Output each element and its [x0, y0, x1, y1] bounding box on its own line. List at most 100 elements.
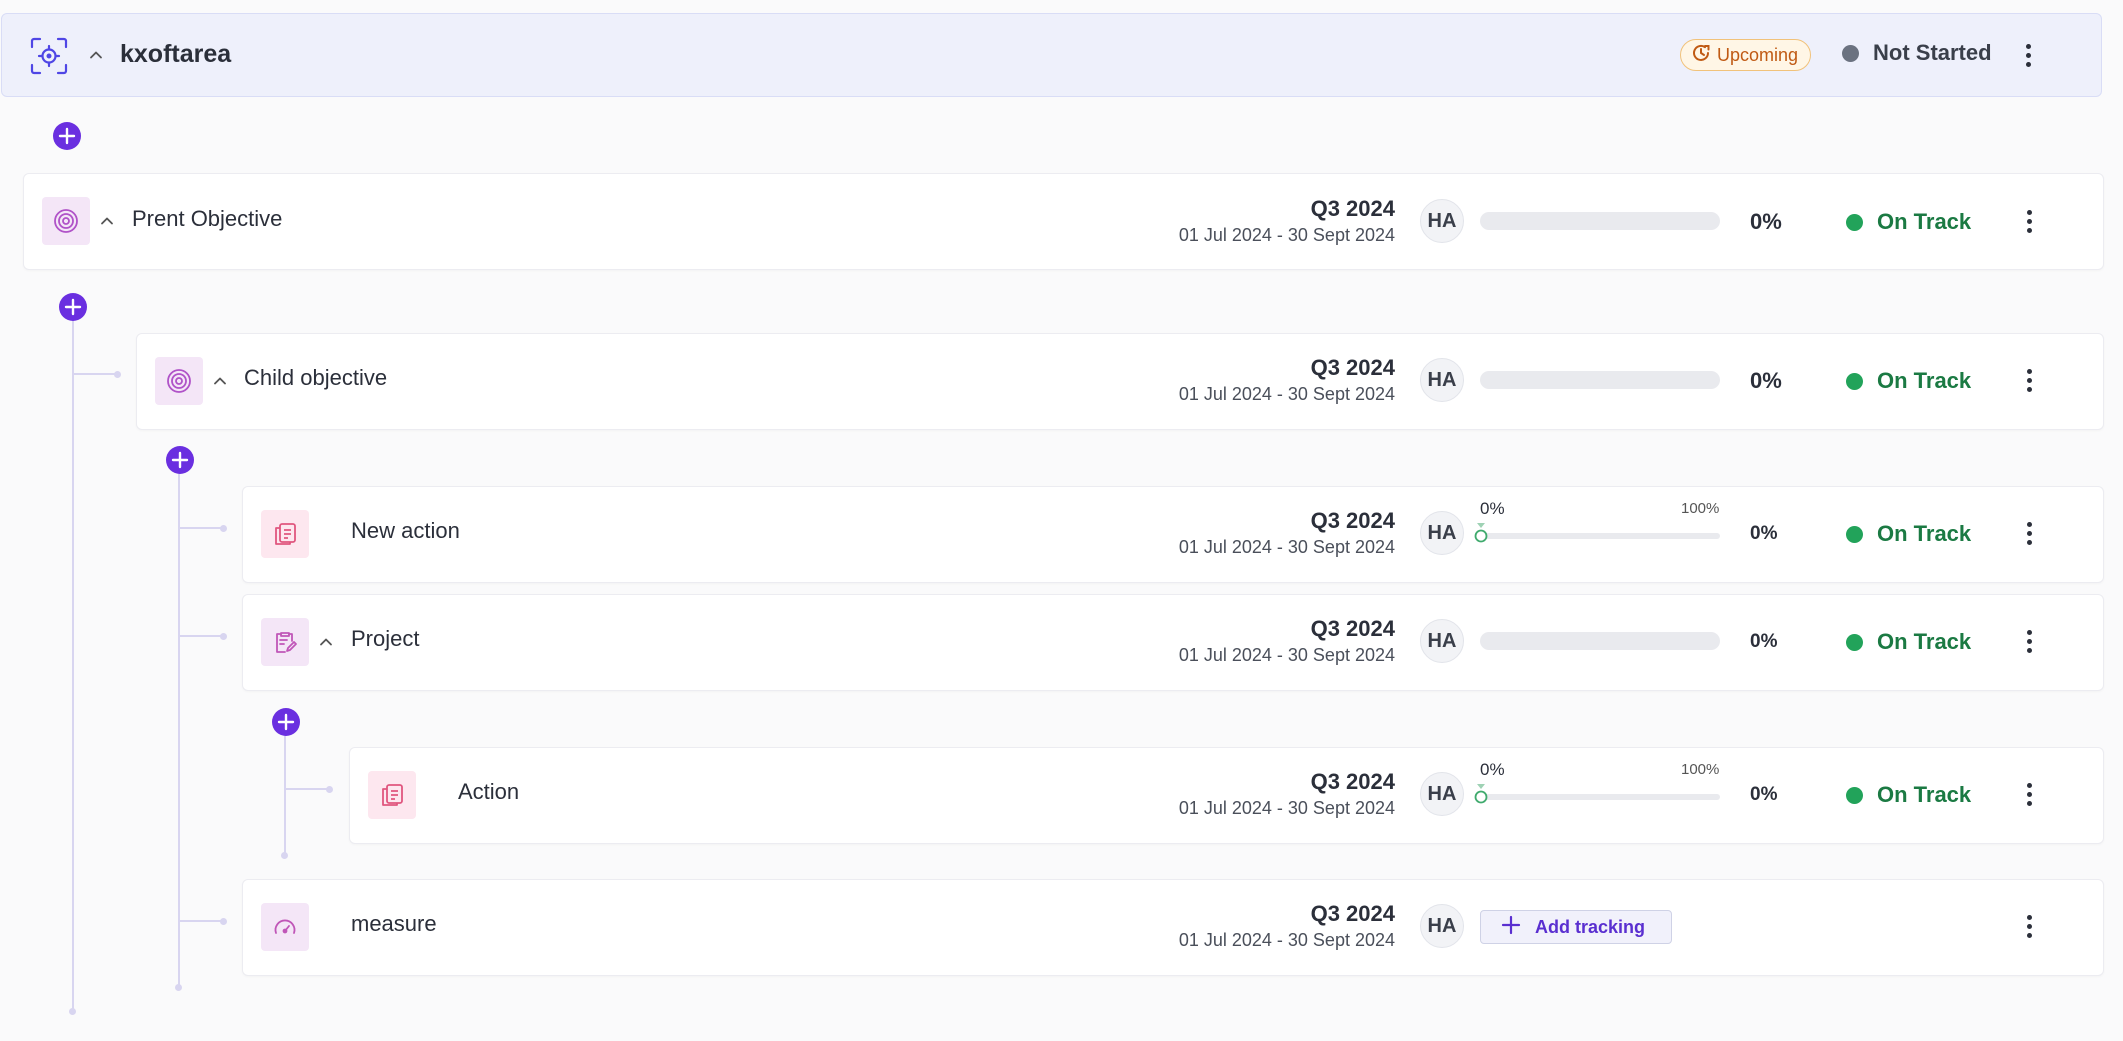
- tree-connector: [73, 373, 117, 375]
- upcoming-badge: Upcoming: [1680, 39, 1812, 71]
- progress-slider[interactable]: [1480, 533, 1720, 539]
- row-date-range: 01 Jul 2024 - 30 Sept 2024: [1178, 384, 1395, 404]
- add-tracking-button[interactable]: Add tracking: [1480, 910, 1673, 944]
- objective-row[interactable]: [136, 333, 2104, 430]
- collapse-chevron-icon[interactable]: [88, 47, 104, 68]
- avatar[interactable]: HA: [1420, 511, 1464, 555]
- status-badge[interactable]: On Track: [1846, 209, 1971, 235]
- tree-connector: [179, 920, 223, 922]
- tree-connector: [284, 735, 286, 855]
- row-title[interactable]: Action: [458, 779, 519, 805]
- status-label: On Track: [1877, 368, 1972, 393]
- tree-connector-node: [114, 371, 121, 378]
- row-date-range: 01 Jul 2024 - 30 Sept 2024: [1178, 645, 1395, 665]
- tree-connector: [178, 473, 180, 987]
- row-date-range: 01 Jul 2024 - 30 Sept 2024: [1178, 537, 1395, 557]
- slider-handle[interactable]: [1472, 522, 1490, 553]
- row-more-menu-icon[interactable]: [2017, 779, 2041, 809]
- status-badge[interactable]: On Track: [1846, 521, 1971, 547]
- tree-connector-end: [175, 984, 182, 991]
- tree-connector: [179, 635, 223, 637]
- status-dot: [1846, 786, 1863, 804]
- progress-percent: 0%: [1750, 784, 1778, 805]
- avatar[interactable]: HA: [1420, 904, 1464, 948]
- project-row[interactable]: [242, 594, 2104, 691]
- status-label: On Track: [1877, 209, 1972, 234]
- status-badge[interactable]: On Track: [1846, 629, 1971, 655]
- focus-area-more-menu-icon[interactable]: [2016, 40, 2040, 70]
- row-period: Q3 2024: [1310, 508, 1395, 533]
- gauge-icon: [261, 903, 309, 951]
- objective-row[interactable]: [23, 173, 2104, 270]
- avatar[interactable]: HA: [1420, 619, 1464, 663]
- tree-connector: [72, 308, 74, 1012]
- row-title[interactable]: Prent Objective: [132, 206, 282, 232]
- progress-percent: 0%: [1750, 209, 1782, 234]
- row-more-menu-icon[interactable]: [2017, 518, 2041, 548]
- action-icon: [368, 771, 416, 819]
- status-dot: [1846, 372, 1863, 390]
- row-date-range: 01 Jul 2024 - 30 Sept 2024: [1178, 798, 1395, 818]
- action-icon: [261, 510, 309, 558]
- row-date-range: 01 Jul 2024 - 30 Sept 2024: [1178, 930, 1395, 950]
- row-period: Q3 2024: [1310, 901, 1395, 926]
- focus-area-title[interactable]: kxoftarea: [120, 40, 231, 69]
- row-date-range: 01 Jul 2024 - 30 Sept 2024: [1178, 225, 1395, 245]
- row-title[interactable]: Child objective: [244, 365, 387, 391]
- progress-slider[interactable]: [1480, 794, 1720, 800]
- collapse-chevron-icon[interactable]: [318, 634, 334, 655]
- status-dot: [1842, 44, 1859, 62]
- focus-area-status[interactable]: Not Started: [1842, 40, 1992, 66]
- focus-area-icon: [30, 37, 68, 75]
- row-title[interactable]: New action: [351, 518, 460, 544]
- collapse-chevron-icon[interactable]: [212, 373, 228, 394]
- action-row[interactable]: [349, 747, 2104, 844]
- status-dot: [1846, 213, 1863, 231]
- target-icon: [155, 357, 203, 405]
- row-more-menu-icon[interactable]: [2017, 206, 2041, 236]
- avatar[interactable]: HA: [1420, 772, 1464, 816]
- progress-percent: 0%: [1750, 368, 1782, 393]
- project-icon: [261, 618, 309, 666]
- tree-connector-node: [220, 525, 227, 532]
- tree-connector-node: [220, 633, 227, 640]
- status-label: On Track: [1877, 521, 1972, 546]
- progress-bar: [1480, 212, 1720, 230]
- collapse-chevron-icon[interactable]: [99, 213, 115, 234]
- plus-icon: [1501, 915, 1521, 940]
- progress-bar: [1480, 632, 1720, 650]
- status-badge[interactable]: On Track: [1846, 368, 1971, 394]
- slider-min-label: 0%: [1480, 499, 1505, 518]
- slider-handle[interactable]: [1472, 783, 1490, 814]
- row-more-menu-icon[interactable]: [2017, 365, 2041, 395]
- row-period: Q3 2024: [1310, 769, 1395, 794]
- row-period: Q3 2024: [1310, 355, 1395, 380]
- row-title[interactable]: measure: [351, 911, 437, 937]
- row-more-menu-icon[interactable]: [2017, 626, 2041, 656]
- row-period: Q3 2024: [1310, 196, 1395, 221]
- status-label: On Track: [1877, 782, 1972, 807]
- add-child-button[interactable]: [59, 293, 87, 321]
- target-icon: [42, 197, 90, 245]
- row-title[interactable]: Project: [351, 626, 419, 652]
- slider-max-label: 100%: [1681, 761, 1720, 778]
- row-more-menu-icon[interactable]: [2017, 911, 2041, 941]
- tree-connector-end: [281, 852, 288, 859]
- add-child-button[interactable]: [166, 446, 194, 474]
- status-label: On Track: [1877, 629, 1972, 654]
- add-child-button[interactable]: [272, 708, 300, 736]
- progress-percent: 0%: [1750, 631, 1778, 652]
- slider-min-label: 0%: [1480, 760, 1505, 779]
- tree-connector: [285, 788, 329, 790]
- status-dot: [1846, 633, 1863, 651]
- status-badge[interactable]: On Track: [1846, 782, 1971, 808]
- tree-connector-node: [220, 918, 227, 925]
- measure-row[interactable]: [242, 879, 2104, 976]
- avatar[interactable]: HA: [1420, 358, 1464, 402]
- tree-connector: [179, 527, 223, 529]
- add-item-button[interactable]: [53, 122, 81, 150]
- avatar[interactable]: HA: [1420, 199, 1464, 243]
- row-period: Q3 2024: [1310, 616, 1395, 641]
- action-row[interactable]: [242, 486, 2104, 583]
- focus-area-status-label: Not Started: [1873, 40, 1992, 65]
